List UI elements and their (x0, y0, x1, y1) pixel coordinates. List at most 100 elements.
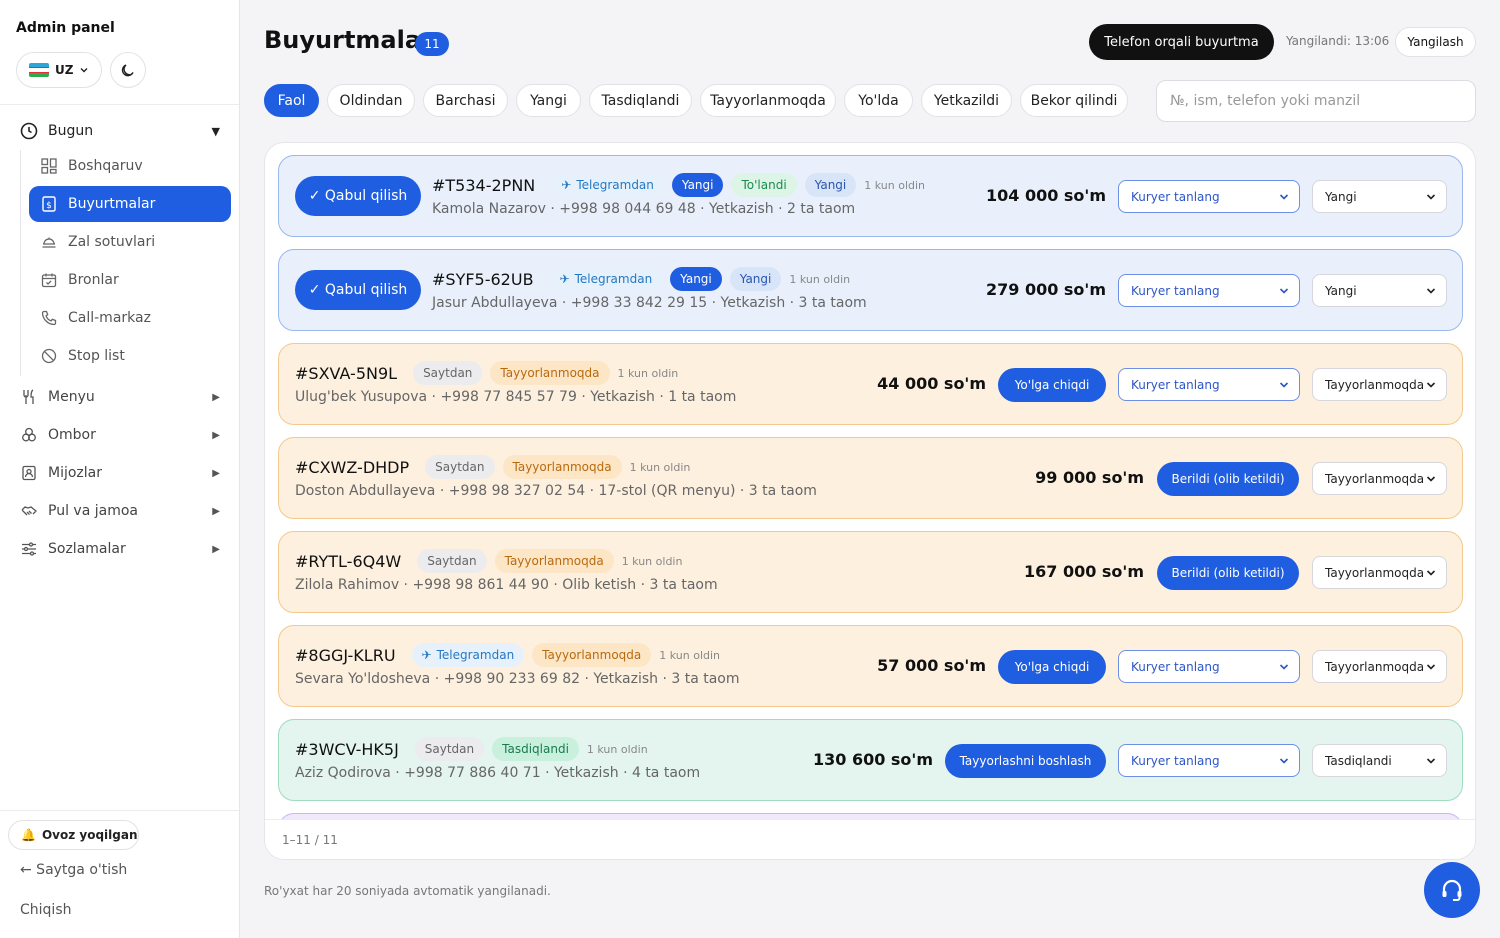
accept-order-button[interactable]: ✓ Qabul qilish (295, 176, 421, 216)
last-updated-text: Yangilandi: 13:06 (1286, 34, 1390, 48)
sidebar-item-boshqaruv[interactable]: Boshqaruv (29, 148, 231, 184)
tab-yangi[interactable]: Yangi (516, 84, 581, 117)
status-select[interactable]: Yangi (1312, 180, 1447, 213)
new-flag-badge: Yangi (804, 173, 857, 197)
triangle-right-icon: ▶ (212, 391, 220, 403)
chevron-down-icon (1426, 570, 1436, 576)
sidebar-group-label: Pul va jamoa (48, 503, 138, 519)
status-badge: Tayyorlanmoqda (494, 549, 614, 573)
courier-select[interactable]: Kuryer tanlang (1118, 274, 1300, 307)
auto-refresh-note: Ro'yxat har 20 soniyada avtomatik yangil… (264, 884, 551, 898)
sidebar-group-sozlamalar[interactable]: Sozlamalar ▶ (20, 537, 220, 561)
tab-bekor-qilindi[interactable]: Bekor qilindi (1020, 84, 1128, 117)
tab-yetkazildi[interactable]: Yetkazildi (921, 84, 1012, 117)
order-card[interactable]: ✓ Qabul qilish #T534-2PNN ✈ Telegramdan Y… (278, 155, 1463, 237)
on-the-way-button[interactable]: Yo'lga chiqdi (998, 650, 1106, 684)
refresh-button[interactable]: Yangilash (1395, 27, 1476, 57)
payment-badge: To'landi (731, 173, 797, 197)
courier-select[interactable]: Kuryer tanlang (1118, 744, 1300, 777)
status-select[interactable]: Tayyorlanmoqda (1312, 650, 1447, 683)
divider (0, 810, 239, 811)
sidebar-group-pul-va-jamoa[interactable]: Pul va jamoa ▶ (20, 499, 220, 523)
status-select[interactable]: Tayyorlanmoqda (1312, 368, 1447, 401)
sidebar-item-buyurtmalar[interactable]: $ Buyurtmalar (29, 186, 231, 222)
order-number: #8GGJ-KLRU (295, 645, 396, 665)
phone-order-button[interactable]: Telefon orqali buyurtma (1089, 24, 1274, 60)
order-card[interactable]: ✓ Qabul qilish #SYF5-62UB ✈ Telegramdan Y… (278, 249, 1463, 331)
start-preparing-button[interactable]: Tayyorlashni boshlash (945, 744, 1106, 778)
sidebar-group-menyu[interactable]: Menyu ▶ (20, 385, 220, 409)
accept-order-button[interactable]: ✓ Qabul qilish (295, 270, 421, 310)
handed-over-button[interactable]: Berildi (olib ketildi) (1157, 556, 1299, 590)
triangle-right-icon: ▶ (212, 467, 220, 479)
order-price: 279 000 so'm (985, 280, 1106, 299)
order-card[interactable]: #CXWZ-DHDP Saytdan Tayyorlanmoqda 1 kun … (278, 437, 1463, 519)
tab-oldindan[interactable]: Oldindan (327, 84, 415, 117)
order-time: 1 kun oldin (617, 366, 679, 380)
chevron-down-icon (1279, 664, 1289, 670)
order-header: #8GGJ-KLRU ✈ Telegramdan Tayyorlanmoqda 1… (295, 643, 720, 667)
sliders-icon (20, 540, 38, 558)
sidebar-item-stop-list[interactable]: Stop list (29, 338, 231, 374)
chevron-down-icon (1279, 758, 1289, 764)
sidebar-item-zal-sotuvlari[interactable]: Zal sotuvlari (29, 224, 231, 260)
order-price: 167 000 so'm (1023, 562, 1144, 581)
theme-toggle-button[interactable] (110, 52, 146, 88)
orders-count-badge: 11 (415, 32, 449, 56)
sound-toggle-button[interactable]: 🔔 Ovoz yoqilgan (8, 820, 139, 850)
order-number: #T534-2PNN (432, 175, 536, 195)
order-price: 130 600 so'm (812, 750, 933, 769)
order-card[interactable]: #8GGJ-KLRU ✈ Telegramdan Tayyorlanmoqda 1… (278, 625, 1463, 707)
triangle-right-icon: ▶ (212, 543, 220, 555)
tab-barchasi[interactable]: Barchasi (423, 84, 508, 117)
courier-select[interactable]: Kuryer tanlang (1118, 650, 1300, 683)
status-select[interactable]: Yangi (1312, 274, 1447, 307)
language-label: UZ (55, 63, 74, 77)
telegram-icon: ✈ (559, 272, 570, 286)
telegram-icon: ✈ (421, 648, 432, 662)
source-badge: Saytdan (425, 455, 495, 479)
order-card[interactable]: #RYTL-6Q4W Saytdan Tayyorlanmoqda 1 kun … (278, 531, 1463, 613)
tab-tasdiqlandi[interactable]: Tasdiqlandi (589, 84, 692, 117)
status-select[interactable]: Tayyorlanmoqda (1312, 462, 1447, 495)
status-select[interactable]: Tayyorlanmoqda (1312, 556, 1447, 589)
status-select[interactable]: Tasdiqlandi (1312, 744, 1447, 777)
on-the-way-button[interactable]: Yo'lga chiqdi (998, 368, 1106, 402)
tab-yolda[interactable]: Yo'lda (844, 84, 913, 117)
svg-text:$: $ (46, 201, 52, 211)
sidebar-item-label: Buyurtmalar (68, 196, 156, 212)
sidebar-group-mijozlar[interactable]: Mijozlar ▶ (20, 461, 220, 485)
sidebar-item-label: Boshqaruv (68, 158, 143, 174)
order-time: 1 kun oldin (586, 742, 648, 756)
status-badge: Tayyorlanmoqda (532, 643, 652, 667)
sidebar-group-ombor[interactable]: Ombor ▶ (20, 423, 220, 447)
language-select[interactable]: UZ (16, 52, 102, 88)
search-input[interactable] (1156, 80, 1476, 122)
order-header: #RYTL-6Q4W Saytdan Tayyorlanmoqda 1 kun … (295, 549, 682, 573)
tab-faol[interactable]: Faol (264, 84, 319, 117)
order-card[interactable]: #3WCV-HK5J Saytdan Tasdiqlandi 1 kun old… (278, 719, 1463, 801)
handshake-icon (20, 502, 38, 520)
handed-over-button[interactable]: Berildi (olib ketildi) (1157, 462, 1299, 496)
support-button[interactable] (1424, 862, 1480, 918)
tab-tayyorlanmoqda[interactable]: Tayyorlanmoqda (700, 84, 836, 117)
sidebar-item-call-markaz[interactable]: Call-markaz (29, 300, 231, 336)
courier-select[interactable]: Kuryer tanlang (1118, 180, 1300, 213)
chevron-down-icon (1279, 194, 1289, 200)
sidebar-group-label: Sozlamalar (48, 541, 126, 557)
source-badge: ✈ Telegramdan (411, 643, 525, 667)
grid-icon (40, 157, 58, 175)
logout-link[interactable]: Chiqish (20, 902, 71, 918)
back-to-site-link[interactable]: ← Saytga o'tish (20, 862, 127, 878)
order-card[interactable]: #SXVA-5N9L Saytdan Tayyorlanmoqda 1 kun … (278, 343, 1463, 425)
chevron-down-icon (1426, 664, 1436, 670)
contact-icon (20, 464, 38, 482)
submenu-guide (20, 150, 21, 376)
sidebar-item-bronlar[interactable]: Bronlar (29, 262, 231, 298)
nav-section-today[interactable]: Bugun ▼ (20, 119, 220, 143)
order-number: #SYF5-62UB (432, 269, 534, 289)
courier-select[interactable]: Kuryer tanlang (1118, 368, 1300, 401)
sidebar-item-label: Call-markaz (68, 310, 151, 326)
triangle-right-icon: ▶ (212, 429, 220, 441)
divider (0, 104, 239, 105)
